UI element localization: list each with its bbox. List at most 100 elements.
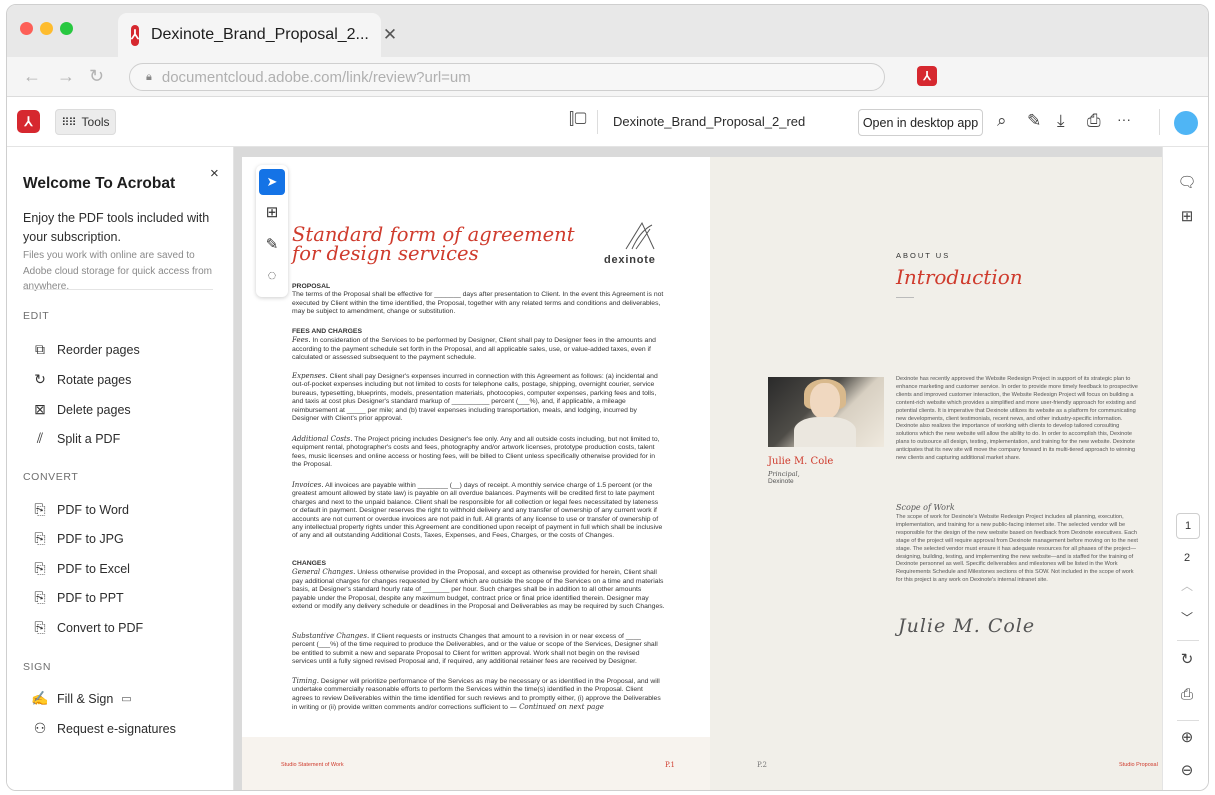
url-field[interactable]: 🔒︎ documentcloud.adobe.com/link/review?u… [129, 63, 885, 91]
panel-divider [23, 289, 213, 290]
reorder-pages-label: Reorder pages [57, 342, 140, 357]
acrobat-extension-icon[interactable]: ⅄ [917, 66, 937, 86]
select-cursor-icon[interactable]: ➤ [259, 169, 285, 195]
panel-description: Enjoy the PDF tools included with your s… [23, 211, 210, 244]
timing-paragraph: Timing. Designer will prioritize perform… [292, 677, 665, 713]
pdf-to-ppt-button[interactable]: ⎘ PDF to PPT [29, 589, 123, 606]
footer-right-label: Studio Proposal [1119, 762, 1158, 768]
agreement-title: Standard form of agreement for design se… [292, 225, 575, 264]
person-company: Dexinote [768, 478, 794, 485]
reorder-pages-button[interactable]: ⧉ Reorder pages [29, 341, 140, 358]
split-pdf-label: Split a PDF [57, 431, 121, 446]
more-options-icon[interactable]: ··· [1117, 111, 1131, 127]
freehand-lasso-icon[interactable]: ◌ [256, 267, 288, 284]
document-title: Dexinote_Brand_Proposal_2_red [613, 114, 806, 129]
person-name: Julie M. Cole [768, 456, 834, 467]
pdf-to-excel-label: PDF to Excel [57, 561, 130, 576]
current-page-indicator[interactable]: 1 [1176, 513, 1200, 539]
user-avatar[interactable] [1174, 111, 1198, 135]
grid-icon: ⠿⠿ [61, 116, 76, 129]
delete-pages-icon: ⊠ [34, 401, 46, 417]
convert-to-pdf-button[interactable]: ⎘ Convert to PDF [29, 619, 143, 636]
changes-heading: CHANGES [292, 560, 326, 567]
pdf-to-excel-button[interactable]: ⎘ PDF to Excel [29, 560, 130, 577]
browser-window: ⅄ Dexinote_Brand_Proposal_2... ✕ ← → ↻ 🔒… [6, 4, 1209, 791]
close-window-button[interactable] [20, 22, 33, 35]
pdf-to-excel-icon: ⎘ [34, 560, 46, 576]
pdf-to-ppt-icon: ⎘ [34, 589, 46, 605]
pdf-to-word-label: PDF to Word [57, 502, 130, 517]
reorder-pages-icon: ⧉ [35, 341, 45, 357]
section-convert: CONVERT [23, 471, 79, 483]
acrobat-toolbar: ⅄ ⠿⠿ Tools ⫿▢ Dexinote_Brand_Proposal_2_… [7, 97, 1208, 147]
chevron-down-icon[interactable]: ﹀ [1163, 609, 1208, 626]
forward-arrow-icon[interactable]: → [57, 66, 75, 87]
substantive-label: Substantive Changes. [292, 632, 370, 640]
expenses-paragraph: Expenses. Client shall pay Designer's ex… [292, 372, 665, 423]
search-icon[interactable]: ⌕ [997, 111, 1007, 131]
split-pdf-button[interactable]: ⫽ Split a PDF [29, 430, 120, 447]
minimize-window-button[interactable] [40, 22, 53, 35]
open-in-desktop-button[interactable]: Open in desktop app [858, 109, 983, 136]
browser-tab[interactable]: ⅄ Dexinote_Brand_Proposal_2... ✕ [118, 13, 397, 57]
pdf-to-jpg-label: PDF to JPG [57, 531, 124, 546]
page-fit-icon[interactable]: ⎙ [1163, 686, 1208, 703]
section-sign: SIGN [23, 661, 52, 673]
document-viewer[interactable]: ➤ ⊞ ✎ ◌ Standard form of agreement for d… [234, 147, 1162, 790]
welcome-panel: × Welcome To Acrobat Enjoy the PDF tools… [7, 147, 234, 790]
print-icon[interactable]: ⎙ [1087, 111, 1101, 131]
draw-pen-icon[interactable]: ✎ [256, 235, 288, 253]
tab-close-icon[interactable]: ✕ [383, 25, 397, 45]
delete-pages-button[interactable]: ⊠ Delete pages [29, 401, 131, 418]
comments-icon[interactable]: 🗨︎ [1163, 173, 1208, 191]
add-comment-icon[interactable]: ⊞ [256, 203, 288, 221]
intro-divider [896, 297, 914, 298]
footer-right-page: P.2 [757, 761, 767, 769]
substantive-changes-paragraph: Substantive Changes. If Client requests … [292, 632, 665, 667]
tools-label: Tools [81, 115, 110, 129]
zoom-in-icon[interactable]: ⊕ [1163, 728, 1208, 746]
invoices-paragraph: Invoices. All invoices are payable withi… [292, 481, 665, 541]
zoom-out-icon[interactable]: ⊖ [1163, 761, 1208, 779]
tools-button[interactable]: ⠿⠿ Tools [55, 109, 116, 135]
toolbar-divider-right [1159, 109, 1160, 135]
additional-costs-paragraph: Additional Costs. The Project pricing in… [292, 435, 665, 470]
about-us-label: ABOUT US [896, 251, 951, 260]
acrobat-logo-icon[interactable]: ⅄ [17, 110, 40, 133]
proposal-section: PROPOSAL The terms of the Proposal shall… [292, 283, 665, 317]
fill-and-sign-button[interactable]: ✍ Fill & Sign ▭ [29, 690, 131, 707]
pdf-to-jpg-button[interactable]: ⎘ PDF to JPG [29, 530, 124, 547]
proposal-heading: PROPOSAL [292, 283, 331, 290]
rotate-pages-button[interactable]: ↻ Rotate pages [29, 371, 131, 388]
request-signatures-label: Request e-signatures [57, 721, 176, 736]
page-2-footer [710, 737, 1162, 790]
maximize-window-button[interactable] [60, 22, 73, 35]
request-esignatures-button[interactable]: ⚇ Request e-signatures [29, 720, 176, 737]
scope-of-work-text: The scope of work for Dexinote's Website… [896, 514, 1138, 584]
document-panel-icon[interactable]: ⫿▢ [569, 111, 587, 129]
rail-divider-2 [1177, 720, 1199, 721]
pdf-to-word-button[interactable]: ⎘ PDF to Word [29, 501, 129, 518]
close-panel-icon[interactable]: × [210, 165, 219, 182]
toolbar-divider [597, 110, 598, 134]
edit-document-icon[interactable]: ✎ [1027, 111, 1041, 131]
fees-text: In consideration of the Services to be p… [292, 337, 656, 362]
delete-pages-label: Delete pages [57, 402, 131, 417]
changes-section: CHANGES General Changes. Unless otherwis… [292, 560, 665, 611]
right-rail: 🗨︎ ⊞ 1 2 ︿ ﹀ ↻ ⎙ ⊕ ⊖ [1162, 147, 1208, 790]
rotate-view-icon[interactable]: ↻ [1163, 650, 1208, 668]
continued-note: — Continued on next page [509, 703, 604, 712]
footer-left-page: P.1 [665, 761, 675, 769]
reload-icon[interactable]: ↻ [89, 66, 104, 87]
signature: Julie M. Cole [898, 615, 1036, 637]
rail-divider [1177, 640, 1199, 641]
download-icon[interactable]: ⤓ [1057, 111, 1065, 131]
next-page-number[interactable]: 2 [1163, 552, 1208, 564]
panel-title: Welcome To Acrobat [23, 175, 176, 192]
pdf-to-jpg-icon: ⎘ [34, 530, 46, 546]
thumbnails-icon[interactable]: ⊞ [1163, 207, 1208, 225]
chevron-up-icon[interactable]: ︿ [1163, 577, 1208, 594]
introduction-text: Dexinote has recently approved the Websi… [896, 376, 1138, 462]
back-arrow-icon[interactable]: ← [23, 66, 41, 87]
pdf-to-word-icon: ⎘ [34, 501, 46, 517]
